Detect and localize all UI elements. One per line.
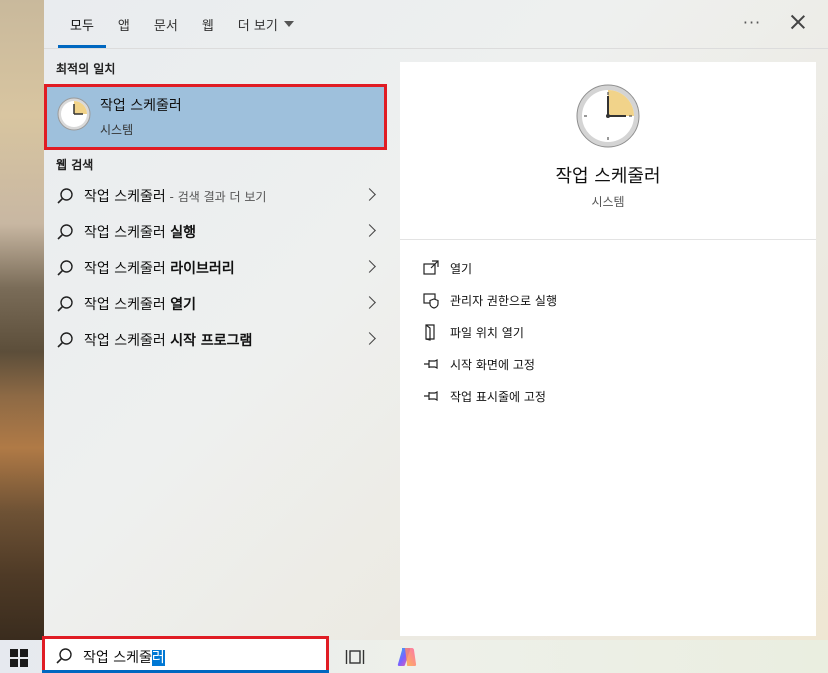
chevron-right-icon — [363, 296, 376, 309]
web-search-item-prefix: 작업 스케줄러 — [84, 261, 171, 277]
task-view-icon[interactable] — [345, 648, 365, 666]
web-search-item[interactable]: 작업 스케줄러 라이브러리 — [44, 250, 384, 286]
action-run-as-admin[interactable]: 관리자 권한으로 실행 — [422, 286, 557, 314]
top-actions: ··· — [740, 10, 810, 34]
web-search-item-suffix: 시작 프로그램 — [170, 333, 253, 349]
best-match-item[interactable]: 작업 스케줄러 시스템 — [44, 84, 387, 150]
web-search-item[interactable]: 작업 스케줄러 열기 — [44, 286, 384, 322]
action-pin-to-taskbar[interactable]: 작업 표시줄에 고정 — [422, 382, 546, 410]
file-location-icon — [425, 324, 435, 341]
search-tabs: 모두 앱 문서 웹 더 보기 — [58, 0, 306, 48]
shield-icon — [423, 293, 439, 309]
action-label: 파일 위치 열기 — [450, 325, 524, 340]
app-type: 시스템 — [591, 195, 625, 209]
copilot-icon[interactable] — [395, 645, 419, 669]
pin-icon — [424, 359, 438, 369]
web-search-item-prefix: 작업 스케줄러 — [84, 333, 171, 349]
tab-web[interactable]: 웹 — [190, 0, 226, 48]
start-menu-panel: 모두 앱 문서 웹 더 보기 ··· 최적의 일치 작업 스케줄러 시스템 웹 … — [44, 0, 828, 640]
best-match-title: 작업 스케줄러 — [100, 98, 182, 114]
best-match-heading: 최적의 일치 — [56, 62, 116, 76]
web-search-item-text: 작업 스케줄러 시작 프로그램 — [84, 330, 252, 350]
tab-apps[interactable]: 앱 — [106, 0, 142, 48]
web-search-item-prefix: 작업 스케줄러 — [84, 225, 171, 241]
web-search-item-text: 작업 스케줄러 라이브러리 — [84, 258, 235, 278]
search-icon — [57, 332, 73, 348]
windows-start-icon[interactable] — [10, 649, 28, 667]
clock-icon — [576, 84, 640, 148]
web-search-item-suffix: 라이브러리 — [170, 261, 235, 277]
action-label: 작업 표시줄에 고정 — [450, 389, 546, 404]
web-search-item[interactable]: 작업 스케줄러 - 검색 결과 더 보기 — [44, 178, 384, 214]
app-name: 작업 스케줄러 — [555, 166, 661, 187]
action-label: 시작 화면에 고정 — [450, 357, 535, 372]
action-label: 관리자 권한으로 실행 — [450, 293, 557, 308]
web-search-item-suffix: 실행 — [170, 225, 196, 241]
search-icon — [57, 188, 73, 204]
chevron-right-icon — [363, 224, 376, 237]
action-open-file-location[interactable]: 파일 위치 열기 — [422, 318, 524, 346]
tab-all[interactable]: 모두 — [58, 0, 106, 48]
app-detail-panel: 작업 스케줄러 시스템 열기 관리자 권한으로 실행 파일 위치 열기 시작 화… — [400, 62, 816, 636]
tab-divider — [44, 48, 828, 49]
web-search-item-text: 작업 스케줄러 열기 — [84, 294, 196, 314]
tab-apps-label: 앱 — [117, 18, 130, 34]
search-text-main: 작업 스케줄 — [83, 650, 152, 666]
tab-more[interactable]: 더 보기 — [226, 0, 306, 48]
web-search-item[interactable]: 작업 스케줄러 실행 — [44, 214, 384, 250]
close-icon[interactable] — [786, 10, 810, 34]
tab-more-label: 더 보기 — [237, 18, 278, 34]
search-text-selected: 러 — [151, 650, 165, 666]
taskbar-search-box[interactable]: 작업 스케줄러 — [42, 636, 329, 673]
web-search-heading: 웹 검색 — [56, 158, 94, 172]
tab-documents[interactable]: 문서 — [142, 0, 190, 48]
web-search-item-suffix: 열기 — [170, 297, 196, 313]
web-search-item-text: 작업 스케줄러 실행 — [84, 222, 196, 242]
web-search-item-text: 작업 스케줄러 - 검색 결과 더 보기 — [84, 186, 266, 206]
chevron-right-icon — [363, 260, 376, 273]
action-pin-to-start[interactable]: 시작 화면에 고정 — [422, 350, 535, 378]
web-search-item-prefix: 작업 스케줄러 — [84, 297, 171, 313]
search-input-text[interactable]: 작업 스케줄러 — [83, 647, 165, 667]
action-open[interactable]: 열기 — [422, 254, 472, 282]
clock-icon — [57, 97, 91, 131]
search-icon — [57, 260, 73, 276]
web-search-item-prefix: 작업 스케줄러 — [84, 189, 166, 205]
open-icon — [423, 260, 439, 275]
search-icon — [57, 296, 73, 312]
desktop-wallpaper — [0, 0, 44, 640]
action-label: 열기 — [450, 261, 473, 276]
search-icon — [56, 648, 72, 664]
chevron-right-icon — [363, 332, 376, 345]
tab-documents-label: 문서 — [153, 18, 178, 34]
pin-icon — [424, 391, 438, 401]
chevron-right-icon — [363, 188, 376, 201]
tab-web-label: 웹 — [201, 18, 214, 34]
search-icon — [57, 224, 73, 240]
web-search-item-muted: - 검색 결과 더 보기 — [165, 190, 267, 204]
best-match-subtitle: 시스템 — [100, 123, 134, 137]
more-options-button[interactable]: ··· — [740, 13, 764, 32]
web-search-item[interactable]: 작업 스케줄러 시작 프로그램 — [44, 322, 384, 358]
tab-all-label: 모두 — [70, 18, 94, 34]
caret-down-icon — [283, 21, 294, 27]
detail-divider — [400, 239, 816, 240]
